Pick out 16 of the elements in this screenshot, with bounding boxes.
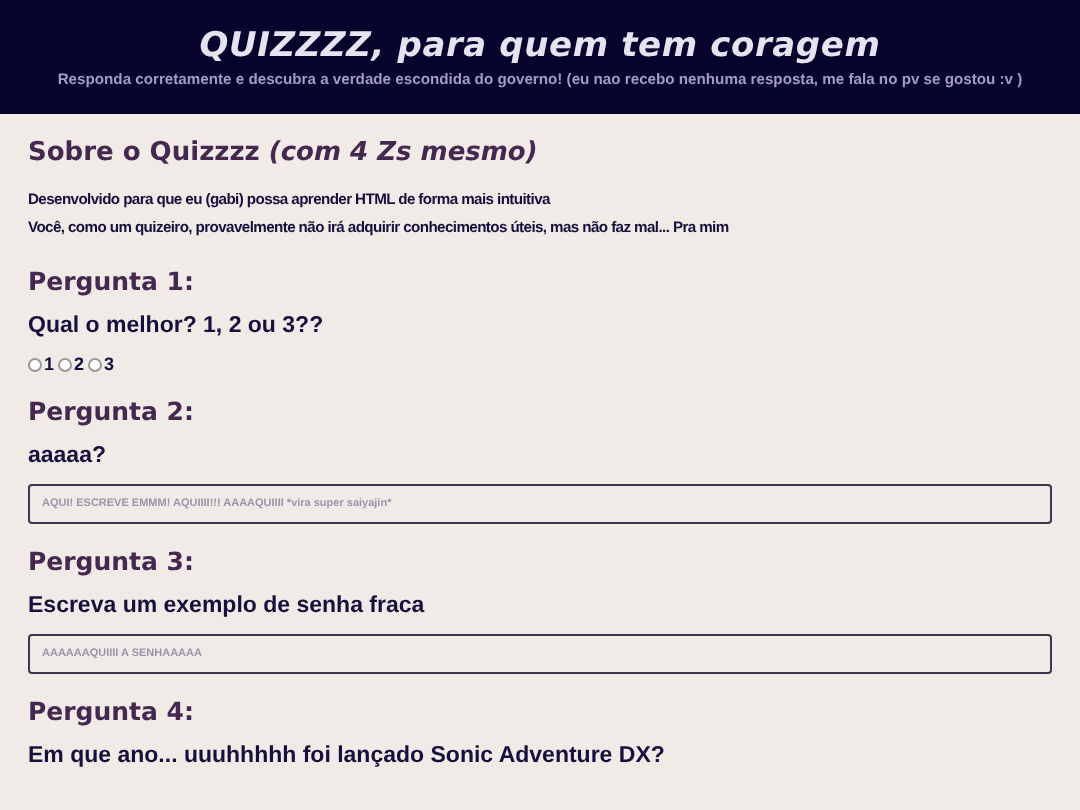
- question-heading: Pergunta 1:: [28, 264, 197, 300]
- radio-button[interactable]: [88, 357, 103, 371]
- section-heading: Sobre o Quizzzz (com 4 Zs mesmo): [28, 136, 540, 172]
- radio-label[interactable]: 2: [74, 354, 85, 374]
- question-heading: Pergunta 4:: [28, 694, 197, 730]
- question-text: Em que ano... uuuhhhhh foi lançado Sonic Adventure DX?: [28, 742, 667, 772]
- radio-button[interactable]: [58, 357, 73, 371]
- question-text: Qual o melhor? 1, 2 ou 3??: [28, 312, 326, 342]
- question-heading: Pergunta 2:: [28, 394, 197, 430]
- radio-label[interactable]: 3: [104, 354, 115, 374]
- question-heading: Pergunta 3:: [28, 544, 197, 580]
- radio-button[interactable]: [28, 357, 42, 371]
- question-text: Escreva um exemplo de senha fraca: [28, 592, 427, 622]
- question-text: aaaaa?: [28, 442, 109, 472]
- radio-label[interactable]: 1: [44, 354, 55, 374]
- page-title: QUIZZZZ, para quem tem coragem: [197, 24, 883, 68]
